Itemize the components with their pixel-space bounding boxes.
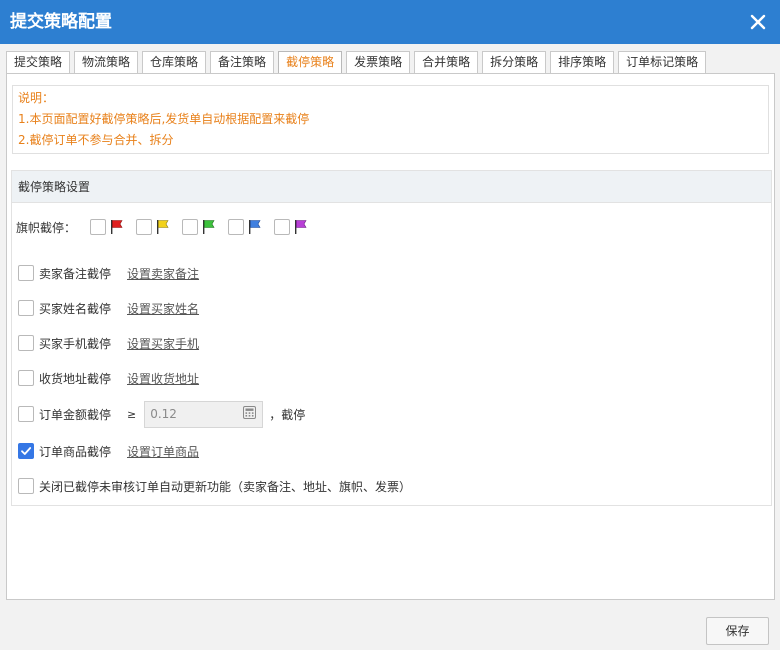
save-button[interactable]: 保存 (706, 617, 769, 645)
order-amount-checkbox[interactable] (18, 406, 34, 422)
option-order-amount: 订单金额截停 ≥ 0.12 ，截停 (18, 400, 305, 428)
set-buyer-phone-link[interactable]: 设置买家手机 (127, 335, 199, 352)
tab-logistics[interactable]: 物流策略 (74, 51, 139, 73)
tab-order-mark[interactable]: 订单标记策略 (618, 51, 707, 73)
tab-panel: 说明： 1.本页面配置好截停策略后,发货单自动根据配置来截停 2.截停订单不参与… (6, 73, 775, 600)
order-goods-checkbox[interactable] (18, 443, 34, 459)
tab-sort[interactable]: 排序策略 (550, 51, 615, 73)
option-seller-remark: 卖家备注截停 设置卖家备注 (18, 264, 199, 282)
option-label: 买家姓名截停 (39, 301, 112, 316)
notice-line: 1.本页面配置好截停策略后,发货单自动根据配置来截停 (18, 112, 310, 126)
set-address-link[interactable]: 设置收货地址 (127, 370, 199, 387)
calculator-icon[interactable] (243, 406, 257, 422)
green-flag-icon (201, 219, 217, 235)
flag-yellow-checkbox[interactable] (136, 219, 153, 235)
option-buyer-name: 买家姓名截停 设置买家姓名 (18, 299, 199, 317)
option-buyer-phone: 买家手机截停 设置买家手机 (18, 334, 199, 352)
tab-remark[interactable]: 备注策略 (210, 51, 275, 73)
flag-option-red (90, 219, 125, 235)
option-label: 收货地址截停 (39, 371, 112, 386)
dialog-title: 提交策略配置 (10, 12, 112, 32)
dialog-titlebar: 提交策略配置 (0, 0, 780, 44)
tab-merge[interactable]: 合并策略 (414, 51, 479, 73)
notice-title: 说明： (18, 91, 55, 105)
option-address: 收货地址截停 设置收货地址 (18, 369, 199, 387)
intercept-settings-section: 截停策略设置 旗帜截停： 卖家备注截停 设置卖家备注 买家姓名截停 设置买家姓名… (11, 170, 772, 506)
set-order-goods-link[interactable]: 设置订单商品 (127, 443, 199, 460)
red-flag-icon (109, 219, 125, 235)
close-icon[interactable] (744, 8, 772, 36)
flag-blue-checkbox[interactable] (228, 219, 245, 235)
flag-option-purple (274, 219, 309, 235)
amount-condition: ≥ 0.12 ，截停 (127, 400, 306, 428)
notice-box: 说明： 1.本页面配置好截停策略后,发货单自动根据配置来截停 2.截停订单不参与… (12, 85, 769, 154)
address-checkbox[interactable] (18, 370, 34, 386)
flag-intercept-row: 旗帜截停： (16, 217, 320, 237)
seller-remark-checkbox[interactable] (18, 265, 34, 281)
disable-auto-update-checkbox[interactable] (18, 478, 34, 494)
amount-suffix: ，截停 (269, 407, 306, 422)
flag-option-yellow (136, 219, 171, 235)
set-seller-remark-link[interactable]: 设置卖家备注 (127, 265, 199, 282)
option-disable-auto-update: 关闭已截停未审核订单自动更新功能（卖家备注、地址、旗帜、发票） (18, 477, 411, 495)
option-label: 订单商品截停 (39, 444, 112, 459)
section-title: 截停策略设置 (12, 171, 771, 203)
option-label: 买家手机截停 (39, 336, 112, 351)
flag-red-checkbox[interactable] (90, 219, 107, 235)
buyer-phone-checkbox[interactable] (18, 335, 34, 351)
yellow-flag-icon (155, 219, 171, 235)
flag-purple-checkbox[interactable] (274, 219, 291, 235)
set-buyer-name-link[interactable]: 设置买家姓名 (127, 300, 199, 317)
buyer-name-checkbox[interactable] (18, 300, 34, 316)
flag-option-green (182, 219, 217, 235)
notice-line: 2.截停订单不参与合并、拆分 (18, 133, 174, 147)
option-label: 卖家备注截停 (39, 266, 112, 281)
option-label: 订单金额截停 (39, 407, 112, 422)
flag-green-checkbox[interactable] (182, 219, 199, 235)
option-order-goods: 订单商品截停 设置订单商品 (18, 442, 199, 460)
option-label: 关闭已截停未审核订单自动更新功能（卖家备注、地址、旗帜、发票） (39, 479, 412, 494)
flag-intercept-label: 旗帜截停： (16, 220, 77, 235)
tab-split[interactable]: 拆分策略 (482, 51, 547, 73)
blue-flag-icon (247, 219, 263, 235)
tab-submit[interactable]: 提交策略 (6, 51, 71, 73)
flag-option-blue (228, 219, 263, 235)
tab-intercept[interactable]: 截停策略 (278, 51, 343, 73)
purple-flag-icon (293, 219, 309, 235)
tab-invoice[interactable]: 发票策略 (346, 51, 411, 73)
tab-warehouse[interactable]: 仓库策略 (142, 51, 207, 73)
amount-value: 0.12 (150, 407, 177, 421)
operator-label: ≥ (127, 407, 137, 421)
strategy-tabs: 提交策略 物流策略 仓库策略 备注策略 截停策略 发票策略 合并策略 拆分策略 … (6, 51, 710, 73)
amount-input[interactable]: 0.12 (144, 400, 264, 428)
